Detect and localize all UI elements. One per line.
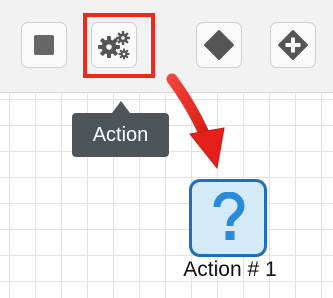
node-label: Action # 1 xyxy=(183,258,277,281)
question-mark-icon xyxy=(213,192,245,240)
action-node[interactable] xyxy=(189,179,267,257)
process-designer: Action Action # 1 xyxy=(0,0,333,298)
red-arrow-icon xyxy=(166,73,225,170)
